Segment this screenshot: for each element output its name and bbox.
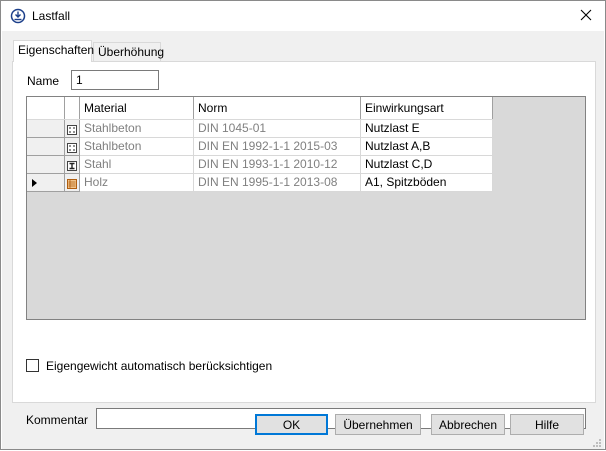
cell-einwirkungsart[interactable]: Nutzlast C,D [361, 156, 493, 174]
lastfall-grid[interactable]: Material Norm Einwirkungsart Stahlbeton … [26, 96, 586, 320]
cell-material[interactable]: Holz [80, 174, 194, 192]
close-button[interactable] [567, 1, 605, 31]
hilfe-button[interactable]: Hilfe [510, 414, 584, 435]
kommentar-label: Kommentar [26, 413, 89, 427]
row-header-current[interactable] [27, 174, 65, 192]
column-header-norm[interactable]: Norm [194, 97, 361, 119]
window-title: Lastfall [32, 9, 71, 23]
column-header-material[interactable]: Material [80, 97, 194, 119]
cell-norm[interactable]: DIN EN 1993-1-1 2010-12 [194, 156, 361, 174]
table-row[interactable]: Stahlbeton DIN 1045-01 Nutzlast E [27, 120, 493, 138]
dialog-client-area: Eigenschaften Überhöhung Name Material N… [2, 31, 604, 449]
row-icon-cell [65, 156, 80, 174]
cell-norm[interactable]: DIN EN 1992-1-1 2015-03 [194, 138, 361, 156]
cell-norm[interactable]: DIN 1045-01 [194, 120, 361, 138]
lastfall-dialog: Lastfall Eigenschaften Überhöhung Name M… [0, 0, 606, 450]
cell-material[interactable]: Stahl [80, 156, 194, 174]
resize-grip-icon[interactable] [592, 437, 602, 447]
table-row[interactable]: Holz DIN EN 1995-1-1 2013-08 A1, Spitzbö… [27, 174, 493, 192]
tab-eigenschaften[interactable]: Eigenschaften [13, 40, 94, 62]
row-header[interactable] [27, 138, 65, 156]
row-icon-cell [65, 120, 80, 138]
concrete-icon [67, 124, 77, 135]
cell-material[interactable]: Stahlbeton [80, 138, 194, 156]
lastfall-app-icon [10, 8, 26, 24]
concrete-icon [67, 142, 77, 153]
cell-einwirkungsart[interactable]: Nutzlast E [361, 120, 493, 138]
name-input[interactable] [71, 70, 159, 90]
row-icon-cell [65, 174, 80, 192]
row-icon-cell [65, 138, 80, 156]
abbrechen-button[interactable]: Abbrechen [431, 414, 505, 435]
title-bar: Lastfall [1, 1, 605, 31]
column-header-einwirkungsart[interactable]: Einwirkungsart [361, 97, 493, 119]
grid-corner-cell [27, 97, 65, 119]
cell-material[interactable]: Stahlbeton [80, 120, 194, 138]
table-row[interactable]: Stahlbeton DIN EN 1992-1-1 2015-03 Nutzl… [27, 138, 493, 156]
row-header[interactable] [27, 156, 65, 174]
steel-i-beam-icon [67, 160, 77, 171]
timber-icon [67, 178, 77, 189]
eigenschaften-panel: Name Material Norm Einwirkungsart [12, 61, 596, 429]
ok-button[interactable]: OK [255, 414, 328, 435]
name-label: Name [27, 74, 60, 88]
grid-icon-header [65, 97, 80, 119]
eigengewicht-checkbox[interactable] [26, 359, 39, 372]
grid-header: Material Norm Einwirkungsart [27, 97, 493, 119]
tab-ueberhoehung[interactable]: Überhöhung [93, 42, 164, 62]
cell-einwirkungsart[interactable]: A1, Spitzböden [361, 174, 493, 192]
table-row[interactable]: Stahl DIN EN 1993-1-1 2010-12 Nutzlast C… [27, 156, 493, 174]
cell-einwirkungsart[interactable]: Nutzlast A,B [361, 138, 493, 156]
eigengewicht-checkbox-label[interactable]: Eigengewicht automatisch berücksichtigen [46, 359, 272, 373]
row-header[interactable] [27, 120, 65, 138]
close-icon [580, 9, 592, 24]
cell-norm[interactable]: DIN EN 1995-1-1 2013-08 [194, 174, 361, 192]
uebernehmen-button[interactable]: Übernehmen [335, 414, 421, 435]
current-row-arrow-icon [32, 179, 37, 187]
